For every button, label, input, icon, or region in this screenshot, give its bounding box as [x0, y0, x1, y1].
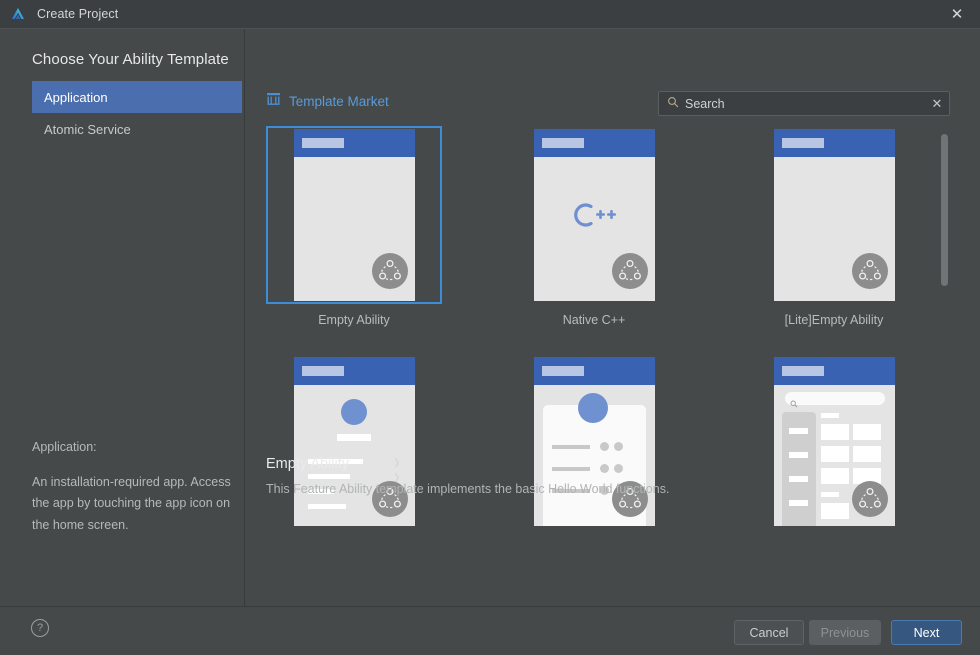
right-pane: Template Market ✕	[245, 29, 980, 606]
template-grid: Empty Ability Native C++ [Lite]Empty Abi…	[245, 126, 980, 526]
template-thumbnail	[293, 129, 415, 301]
page-title: Choose Your Ability Template	[32, 51, 229, 68]
dialog-footer: ? Cancel Previous Next	[0, 606, 980, 655]
search-icon	[667, 95, 679, 113]
template-thumbnail-frame	[506, 354, 682, 526]
template-card-list[interactable]: ❯ ❯ ❯ ❯	[266, 354, 442, 526]
previous-button[interactable]: Previous	[809, 620, 881, 645]
help-icon[interactable]: ?	[31, 619, 49, 637]
selected-template-title: Empty Ability	[266, 456, 349, 472]
sidebar-item-label: Atomic Service	[44, 121, 131, 137]
template-card-lite-empty-ability[interactable]: [Lite]Empty Ability	[746, 126, 922, 327]
template-thumbnail-frame	[746, 126, 922, 304]
scrollbar-thumb[interactable]	[941, 134, 948, 286]
template-thumbnail-frame	[506, 126, 682, 304]
category-list: Application Atomic Service	[32, 81, 242, 145]
template-market-label: Template Market	[289, 94, 389, 109]
template-grid-scrollbar[interactable]	[941, 126, 948, 418]
template-market-link[interactable]: Template Market	[266, 92, 389, 111]
template-caption: Empty Ability	[318, 313, 390, 327]
search-box[interactable]: ✕	[658, 91, 950, 116]
thumb-header-bar	[773, 357, 895, 385]
close-icon[interactable]: ✕	[934, 0, 980, 29]
next-button[interactable]: Next	[891, 620, 962, 645]
thumb-header-bar	[293, 129, 415, 157]
window-titlebar: Create Project ✕	[0, 0, 980, 29]
template-thumbnail	[773, 357, 895, 526]
template-caption: Native C++	[562, 313, 626, 327]
sidebar-item-atomic-service[interactable]: Atomic Service	[32, 113, 242, 145]
left-pane: Choose Your Ability Template Application…	[0, 29, 244, 606]
template-caption: [Lite]Empty Ability	[784, 313, 884, 327]
thumb-header-bar	[533, 357, 655, 385]
cancel-button[interactable]: Cancel	[734, 620, 804, 645]
harmony-badge-icon	[371, 253, 408, 294]
thumb-search-icon	[790, 395, 798, 413]
cpp-logo-icon	[567, 201, 623, 234]
template-thumbnail	[533, 129, 655, 301]
template-thumbnail: ❯ ❯ ❯ ❯	[293, 357, 415, 526]
template-thumbnail-frame	[746, 354, 922, 526]
category-description: Application: An installation-required ap…	[32, 437, 236, 536]
clear-icon[interactable]: ✕	[925, 92, 949, 116]
template-thumbnail	[533, 357, 655, 526]
template-card-empty-ability[interactable]: Empty Ability	[266, 126, 442, 327]
template-card-native-cpp[interactable]: Native C++	[506, 126, 682, 327]
template-thumbnail	[773, 129, 895, 301]
template-card-profile[interactable]	[506, 354, 682, 526]
search-input[interactable]	[679, 96, 925, 111]
template-card-catalog[interactable]	[746, 354, 922, 526]
harmony-badge-icon	[851, 253, 888, 294]
sidebar-item-label: Application	[44, 89, 108, 105]
category-description-text: An installation-required app. Access the…	[32, 474, 231, 532]
template-thumbnail-frame	[266, 126, 442, 304]
sidebar-item-application[interactable]: Application	[32, 81, 242, 113]
store-icon	[266, 92, 281, 111]
window-title: Create Project	[37, 7, 119, 21]
template-thumbnail-frame: ❯ ❯ ❯ ❯	[266, 354, 442, 526]
selected-template-description: This Feature Ability template implements…	[266, 482, 670, 496]
thumb-header-bar	[293, 357, 415, 385]
category-description-label: Application:	[32, 440, 97, 454]
dialog-body: Choose Your Ability Template Application…	[0, 29, 980, 606]
deveco-logo-icon	[10, 6, 26, 22]
thumb-header-bar	[773, 129, 895, 157]
harmony-badge-icon	[611, 253, 648, 294]
thumb-header-bar	[533, 129, 655, 157]
harmony-badge-icon	[851, 481, 888, 522]
